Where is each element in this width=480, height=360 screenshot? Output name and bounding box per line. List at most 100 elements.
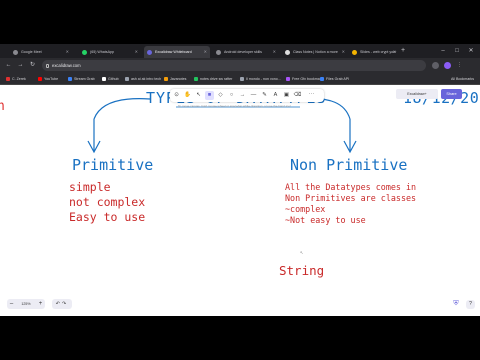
tab-whatsapp[interactable]: (65) WhatsApp ✕ <box>79 46 141 58</box>
back-icon[interactable]: ← <box>4 61 13 70</box>
bookmark-icon <box>125 77 129 81</box>
arrow-tool-icon[interactable]: → <box>238 91 247 100</box>
ellipse-tool-icon[interactable]: ○ <box>227 91 236 100</box>
canvas-hint: To move canvas, hold mouse wheel or spac… <box>178 104 291 108</box>
undo-redo-button[interactable]: ↶↷ <box>52 299 72 309</box>
tab-favicon <box>82 49 87 55</box>
image-tool-icon[interactable]: ▣ <box>282 91 291 100</box>
bookmark-label: notes drive sw rafter <box>200 77 233 81</box>
text-tool-icon[interactable]: A <box>271 91 280 100</box>
bookmark-item[interactable]: Free Gfx bookmark <box>286 73 323 85</box>
menu-icon[interactable]: ⋮ <box>456 62 463 69</box>
close-icon[interactable]: ✕ <box>273 46 276 58</box>
address-bar[interactable]: excalidraw.com <box>42 60 426 71</box>
bookmark-label: Github <box>108 77 119 81</box>
zoom-out-button[interactable]: – <box>7 299 16 309</box>
close-icon[interactable]: ✕ <box>204 46 207 58</box>
bookmark-label: Javanotes <box>170 77 187 81</box>
excalidraw-canvas[interactable]: TYPES OF DATATYPES 18/12/20 n Primitive … <box>0 85 480 316</box>
bookmark-icon <box>68 77 72 81</box>
close-window-button[interactable]: ✕ <box>466 46 476 56</box>
bookmark-item[interactable]: Il mondo - non vono... <box>240 73 281 85</box>
minimize-button[interactable]: – <box>438 46 448 56</box>
shield-icon[interactable]: ⛨ <box>452 299 460 309</box>
bookmark-label: C. Zerek <box>12 77 26 81</box>
eraser-tool-icon[interactable]: ⌫ <box>293 91 302 100</box>
tab-favicon <box>216 49 221 55</box>
list-item: simple <box>69 180 111 194</box>
extension-icon[interactable] <box>432 62 439 69</box>
bookmarks-bar: C. Zerek YouTube Stream Grab Github ash … <box>0 73 480 85</box>
tab-class-notes[interactable]: Class Notes | Notion a more ✕ <box>282 46 348 58</box>
tab-label: (65) WhatsApp <box>90 50 114 54</box>
non-primitive-heading: Non Primitive <box>290 156 408 174</box>
tab-favicon <box>147 49 152 55</box>
lock-tool-icon[interactable]: ⊙ <box>172 91 181 100</box>
browser-toolbar: ← → ↻ excalidraw.com ⋮ <box>0 58 480 73</box>
tab-excalidraw[interactable]: Excalidraw Whiteboard ✕ <box>144 46 210 58</box>
bookmark-item[interactable]: ash ai ak intro tech <box>125 73 161 85</box>
line-tool-icon[interactable]: — <box>249 91 258 100</box>
bookmark-item[interactable]: C. Zerek <box>6 73 26 85</box>
library-button[interactable]: Excalidraw+ <box>396 89 438 99</box>
share-button[interactable]: Share <box>441 89 462 99</box>
list-item: Non Primitives are classes <box>285 193 417 203</box>
selection-tool-icon[interactable]: ↖ <box>194 91 203 100</box>
tab-favicon <box>285 49 290 55</box>
bookmark-label: Stream Grab <box>74 77 95 81</box>
bookmark-label: Files Grab API <box>326 77 350 81</box>
bookmark-item[interactable]: Javanotes <box>164 73 186 85</box>
close-icon[interactable]: ✕ <box>393 46 396 58</box>
tab-favicon <box>352 49 357 55</box>
bookmark-item[interactable]: notes drive sw rafter <box>194 73 232 85</box>
close-icon[interactable]: ✕ <box>135 46 138 58</box>
bookmark-item[interactable]: YouTube <box>38 73 58 85</box>
bookmark-icon <box>286 77 290 81</box>
all-bookmarks[interactable]: All Bookmarks <box>451 73 474 85</box>
tab-android[interactable]: Android developer skills ✕ <box>213 46 279 58</box>
non-primitive-list: All the Datatypes comes in Non Primitive… <box>285 182 416 226</box>
excalidraw-toolbar: ⊙ ✋ ↖ ■ ◇ ○ → — ✎ A ▣ ⌫ ⋯ <box>170 89 324 102</box>
tab-label: Excalidraw Whiteboard <box>155 50 192 54</box>
tab-slides[interactable]: Slides - web crypt your ✕ <box>349 46 399 58</box>
bookmark-icon <box>6 77 10 81</box>
list-item: ~complex <box>285 204 326 214</box>
primitive-list: simple not complex Easy to use <box>69 180 145 225</box>
close-icon[interactable]: ✕ <box>342 46 345 58</box>
maximize-button[interactable]: □ <box>452 46 462 56</box>
tab-label: Slides - web crypt your <box>360 50 397 54</box>
primitive-heading: Primitive <box>72 156 154 174</box>
mouse-cursor-icon: ↖ <box>300 250 304 255</box>
tab-google-meet[interactable]: Google Meet ✕ <box>10 46 72 58</box>
bookmark-icon <box>194 77 198 81</box>
diamond-tool-icon[interactable]: ◇ <box>216 91 225 100</box>
bookmark-icon <box>240 77 244 81</box>
bookmark-item[interactable]: Stream Grab <box>68 73 95 85</box>
forward-icon[interactable]: → <box>16 61 25 70</box>
rectangle-tool-icon[interactable]: ■ <box>205 91 214 100</box>
address-text: excalidraw.com <box>52 63 81 68</box>
bookmark-item[interactable]: Github <box>102 73 119 85</box>
more-tools-icon[interactable]: ⋯ <box>307 91 316 100</box>
video-frame: Google Meet ✕ (65) WhatsApp ✕ Excalidraw W… <box>0 0 480 360</box>
left-curve-line <box>93 98 151 120</box>
reload-icon[interactable]: ↻ <box>28 61 37 70</box>
tab-label: Google Meet <box>21 50 42 54</box>
list-item: All the Datatypes comes in <box>285 182 417 192</box>
browser-window: Google Meet ✕ (65) WhatsApp ✕ Excalidraw W… <box>0 44 480 316</box>
draw-tool-icon[interactable]: ✎ <box>260 91 269 100</box>
hand-tool-icon[interactable]: ✋ <box>183 91 192 100</box>
list-item: not complex <box>69 195 146 209</box>
profile-avatar[interactable] <box>444 62 451 69</box>
zoom-in-button[interactable]: + <box>36 299 45 309</box>
help-button[interactable]: ? <box>466 300 475 309</box>
bookmark-item[interactable]: Files Grab API <box>320 73 349 85</box>
tab-favicon <box>13 49 18 55</box>
new-tab-button[interactable]: + <box>401 46 405 56</box>
list-item: ~Not easy to use <box>285 215 366 225</box>
bookmark-label: YouTube <box>44 77 59 81</box>
bookmark-label: ash ai ak intro tech <box>131 77 162 81</box>
close-icon[interactable]: ✕ <box>66 46 69 58</box>
bookmark-label: Il mondo - non vono... <box>246 77 281 81</box>
zoom-value[interactable]: 125% <box>17 299 35 309</box>
